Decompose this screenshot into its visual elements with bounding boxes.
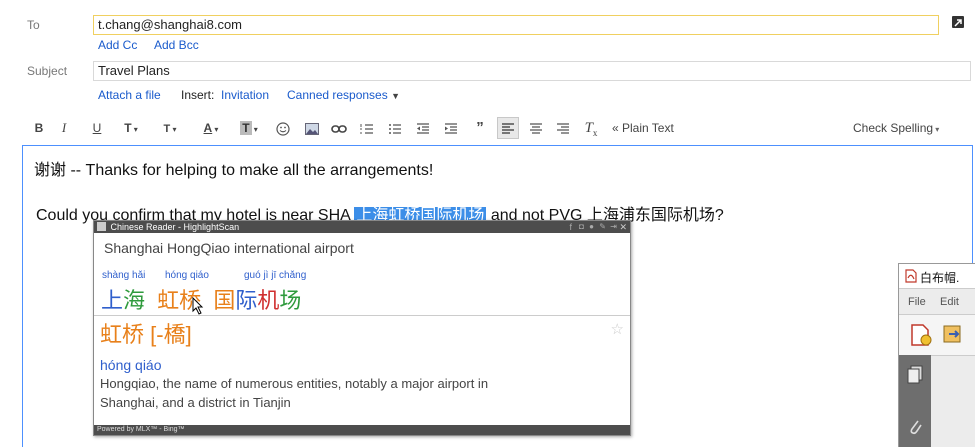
popup-titlebar[interactable]: Chinese Reader - HighlightScan f ◘ ● ✎ ⇥… xyxy=(94,221,630,233)
hanzi-char[interactable]: 机 xyxy=(257,288,279,313)
popout-icon[interactable] xyxy=(952,16,964,28)
side-toolbar xyxy=(899,314,975,356)
hanzi-char[interactable]: 虹 xyxy=(157,288,179,313)
chinese-reader-popup[interactable]: Chinese Reader - HighlightScan f ◘ ● ✎ ⇥… xyxy=(93,220,631,436)
formatting-toolbar: B I U T ▾ T ▾ A ▾ T ▾ ” Tx « Plain Text … xyxy=(0,117,975,139)
pinyin-3: guó jì jī chǎng xyxy=(244,270,307,281)
align-left-icon[interactable] xyxy=(497,117,519,139)
camera-icon[interactable]: ◘ xyxy=(579,221,584,233)
entry-traditional: [-橋] xyxy=(150,322,192,347)
chevron-down-icon: ▾ xyxy=(933,125,940,134)
side-window-titlebar[interactable]: 白布帽. xyxy=(899,264,975,289)
chevron-down-icon: ▾ xyxy=(170,125,177,134)
create-pdf-icon[interactable] xyxy=(909,323,933,352)
check-spelling-label: Check Spelling xyxy=(853,121,934,135)
indent-less-icon[interactable] xyxy=(412,117,434,139)
attachment-icon[interactable] xyxy=(907,417,923,442)
body-line-1: 谢谢 -- Thanks for helping to make all the… xyxy=(34,162,434,179)
attach-file-link[interactable]: Attach a file xyxy=(98,88,161,102)
pages-icon[interactable] xyxy=(907,365,923,390)
to-value: t.chang@shanghai8.com xyxy=(98,17,243,32)
hanzi-char[interactable]: 际 xyxy=(235,288,257,313)
hanzi-char[interactable]: 海 xyxy=(123,288,145,313)
subject-value: Travel Plans xyxy=(98,63,170,78)
side-nav-panel xyxy=(899,355,931,447)
image-icon[interactable] xyxy=(302,117,322,139)
definition-line-2: Shanghai, and a district in Tianjin xyxy=(100,395,291,410)
check-spelling-link[interactable]: Check Spelling ▾ xyxy=(853,117,959,139)
settings-icon[interactable]: ✎ xyxy=(599,221,606,233)
add-bcc-link[interactable]: Add Bcc xyxy=(154,38,199,52)
subject-field[interactable]: Travel Plans xyxy=(93,61,971,81)
align-right-icon[interactable] xyxy=(552,117,574,139)
invitation-link[interactable]: Invitation xyxy=(221,88,269,102)
font-button[interactable]: T ▾ xyxy=(116,117,146,139)
indent-more-icon[interactable] xyxy=(440,117,462,139)
pinyin-1: shàng hǎi xyxy=(102,270,146,281)
numbered-list-icon[interactable] xyxy=(356,117,378,139)
chevron-down-icon: ▾ xyxy=(251,125,258,134)
chevron-down-icon: ▾ xyxy=(131,125,138,134)
text-color-label: A xyxy=(203,121,213,135)
add-cc-link[interactable]: Add Cc xyxy=(98,38,137,52)
pdf-app-icon xyxy=(905,269,917,283)
insert-label: Insert: xyxy=(181,88,215,102)
popup-divider xyxy=(94,315,630,316)
to-label: To xyxy=(27,18,40,32)
quote-icon[interactable]: ” xyxy=(470,117,490,139)
pin-icon[interactable]: ⇥ xyxy=(610,221,617,233)
footer-text: Powered by MLX™ - Bing™ xyxy=(97,426,185,433)
speech-icon[interactable]: ● xyxy=(589,221,594,233)
bold-button[interactable]: B xyxy=(32,117,46,139)
remove-formatting-icon[interactable]: Tx xyxy=(580,117,602,139)
mouse-cursor-icon xyxy=(192,296,204,320)
popup-title: Chinese Reader - HighlightScan xyxy=(110,222,240,232)
menu-edit[interactable]: Edit xyxy=(940,296,959,308)
align-center-icon[interactable] xyxy=(525,117,547,139)
hanzi-char[interactable]: 上 xyxy=(101,288,123,313)
entry-pinyin: hóng qiáo xyxy=(100,357,162,373)
export-icon[interactable] xyxy=(941,323,965,352)
close-icon[interactable]: ✕ xyxy=(619,221,627,233)
font-label: T xyxy=(124,121,132,135)
subject-label: Subject xyxy=(27,64,68,78)
bulleted-list-icon[interactable] xyxy=(384,117,406,139)
font-size-button[interactable]: T ▾ xyxy=(155,117,185,139)
definition-line-1: Hongqiao, the name of numerous entities,… xyxy=(100,376,489,391)
text-color-button[interactable]: A ▾ xyxy=(196,117,226,139)
entry-headword: 虹桥 [-橋] xyxy=(100,317,192,349)
side-window-title: 白布帽. xyxy=(920,271,960,285)
underline-button[interactable]: U xyxy=(90,117,104,139)
italic-button[interactable]: I xyxy=(57,117,71,139)
side-window[interactable]: 白布帽. File Edit xyxy=(898,263,975,447)
canned-responses-label: Canned responses xyxy=(287,88,388,102)
star-icon[interactable]: ☆ xyxy=(611,320,624,338)
app-logo-icon xyxy=(97,222,106,231)
to-field[interactable]: t.chang@shanghai8.com xyxy=(93,15,939,35)
chevron-down-icon: ▾ xyxy=(212,125,219,134)
translation-text: Shanghai HongQiao international airport xyxy=(104,240,354,256)
hanzi-char[interactable]: 国 xyxy=(213,288,235,313)
bg-color-button[interactable]: T ▾ xyxy=(234,117,264,139)
plain-text-link[interactable]: « Plain Text xyxy=(612,117,692,139)
entry-head: 虹桥 xyxy=(100,322,145,347)
pinyin-2: hóng qiáo xyxy=(165,270,209,281)
canned-responses-link[interactable]: Canned responses ▼ xyxy=(287,88,400,102)
hanzi-char[interactable]: 场 xyxy=(279,288,301,313)
popup-footer: Powered by MLX™ - Bing™ xyxy=(94,425,630,435)
chevron-down-icon: ▼ xyxy=(391,91,400,101)
link-icon[interactable] xyxy=(328,117,350,139)
facebook-icon[interactable]: f xyxy=(569,221,572,233)
menu-file[interactable]: File xyxy=(908,296,926,308)
bg-color-label: T xyxy=(240,121,252,135)
emoji-icon[interactable] xyxy=(272,117,294,139)
